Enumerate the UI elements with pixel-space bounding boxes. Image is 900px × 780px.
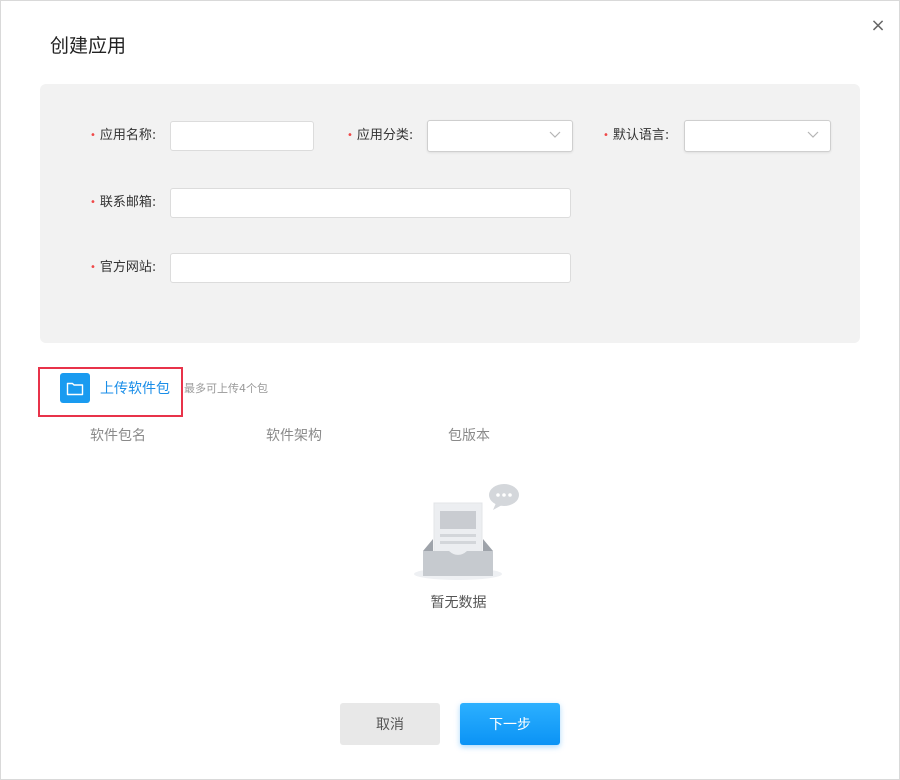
cancel-button[interactable]: 取消 [340, 703, 440, 745]
column-header-architecture: 软件架构 [266, 428, 322, 444]
highlight-box [38, 367, 183, 417]
email-label: • 联系邮箱: [90, 195, 157, 210]
next-step-button[interactable]: 下一步 [460, 703, 560, 745]
default-language-label: • 默认语言: [603, 128, 670, 143]
website-input[interactable] [170, 253, 571, 283]
website-label: • 官方网站: [90, 260, 157, 275]
required-mark: • [347, 130, 353, 141]
app-name-input[interactable] [170, 121, 314, 151]
required-mark: • [90, 262, 96, 273]
upload-hint: 最多可上传4个包 [184, 382, 268, 395]
column-header-version: 包版本 [448, 428, 490, 444]
email-input[interactable] [170, 188, 571, 218]
chevron-down-icon [807, 131, 819, 138]
app-category-label: • 应用分类: [347, 128, 414, 143]
column-header-package-name: 软件包名 [90, 428, 146, 444]
required-mark: • [603, 130, 609, 141]
required-mark: • [90, 197, 96, 208]
empty-inbox-icon [414, 484, 519, 580]
chevron-down-icon [549, 131, 561, 138]
default-language-select[interactable] [684, 120, 831, 152]
dialog-title: 创建应用 [50, 35, 127, 57]
app-category-select[interactable] [427, 120, 573, 152]
empty-state-text: 暂无数据 [430, 595, 487, 611]
app-name-label: • 应用名称: [90, 128, 157, 143]
create-app-dialog: × 创建应用 • 应用名称: • 应用分类: • 默认语言: • 联系邮箱: • 官方网站… [0, 0, 900, 780]
close-icon[interactable]: × [867, 15, 889, 37]
required-mark: • [90, 130, 96, 141]
form-panel: • 应用名称: • 应用分类: • 默认语言: • 联系邮箱: • 官方网站: [40, 84, 860, 343]
